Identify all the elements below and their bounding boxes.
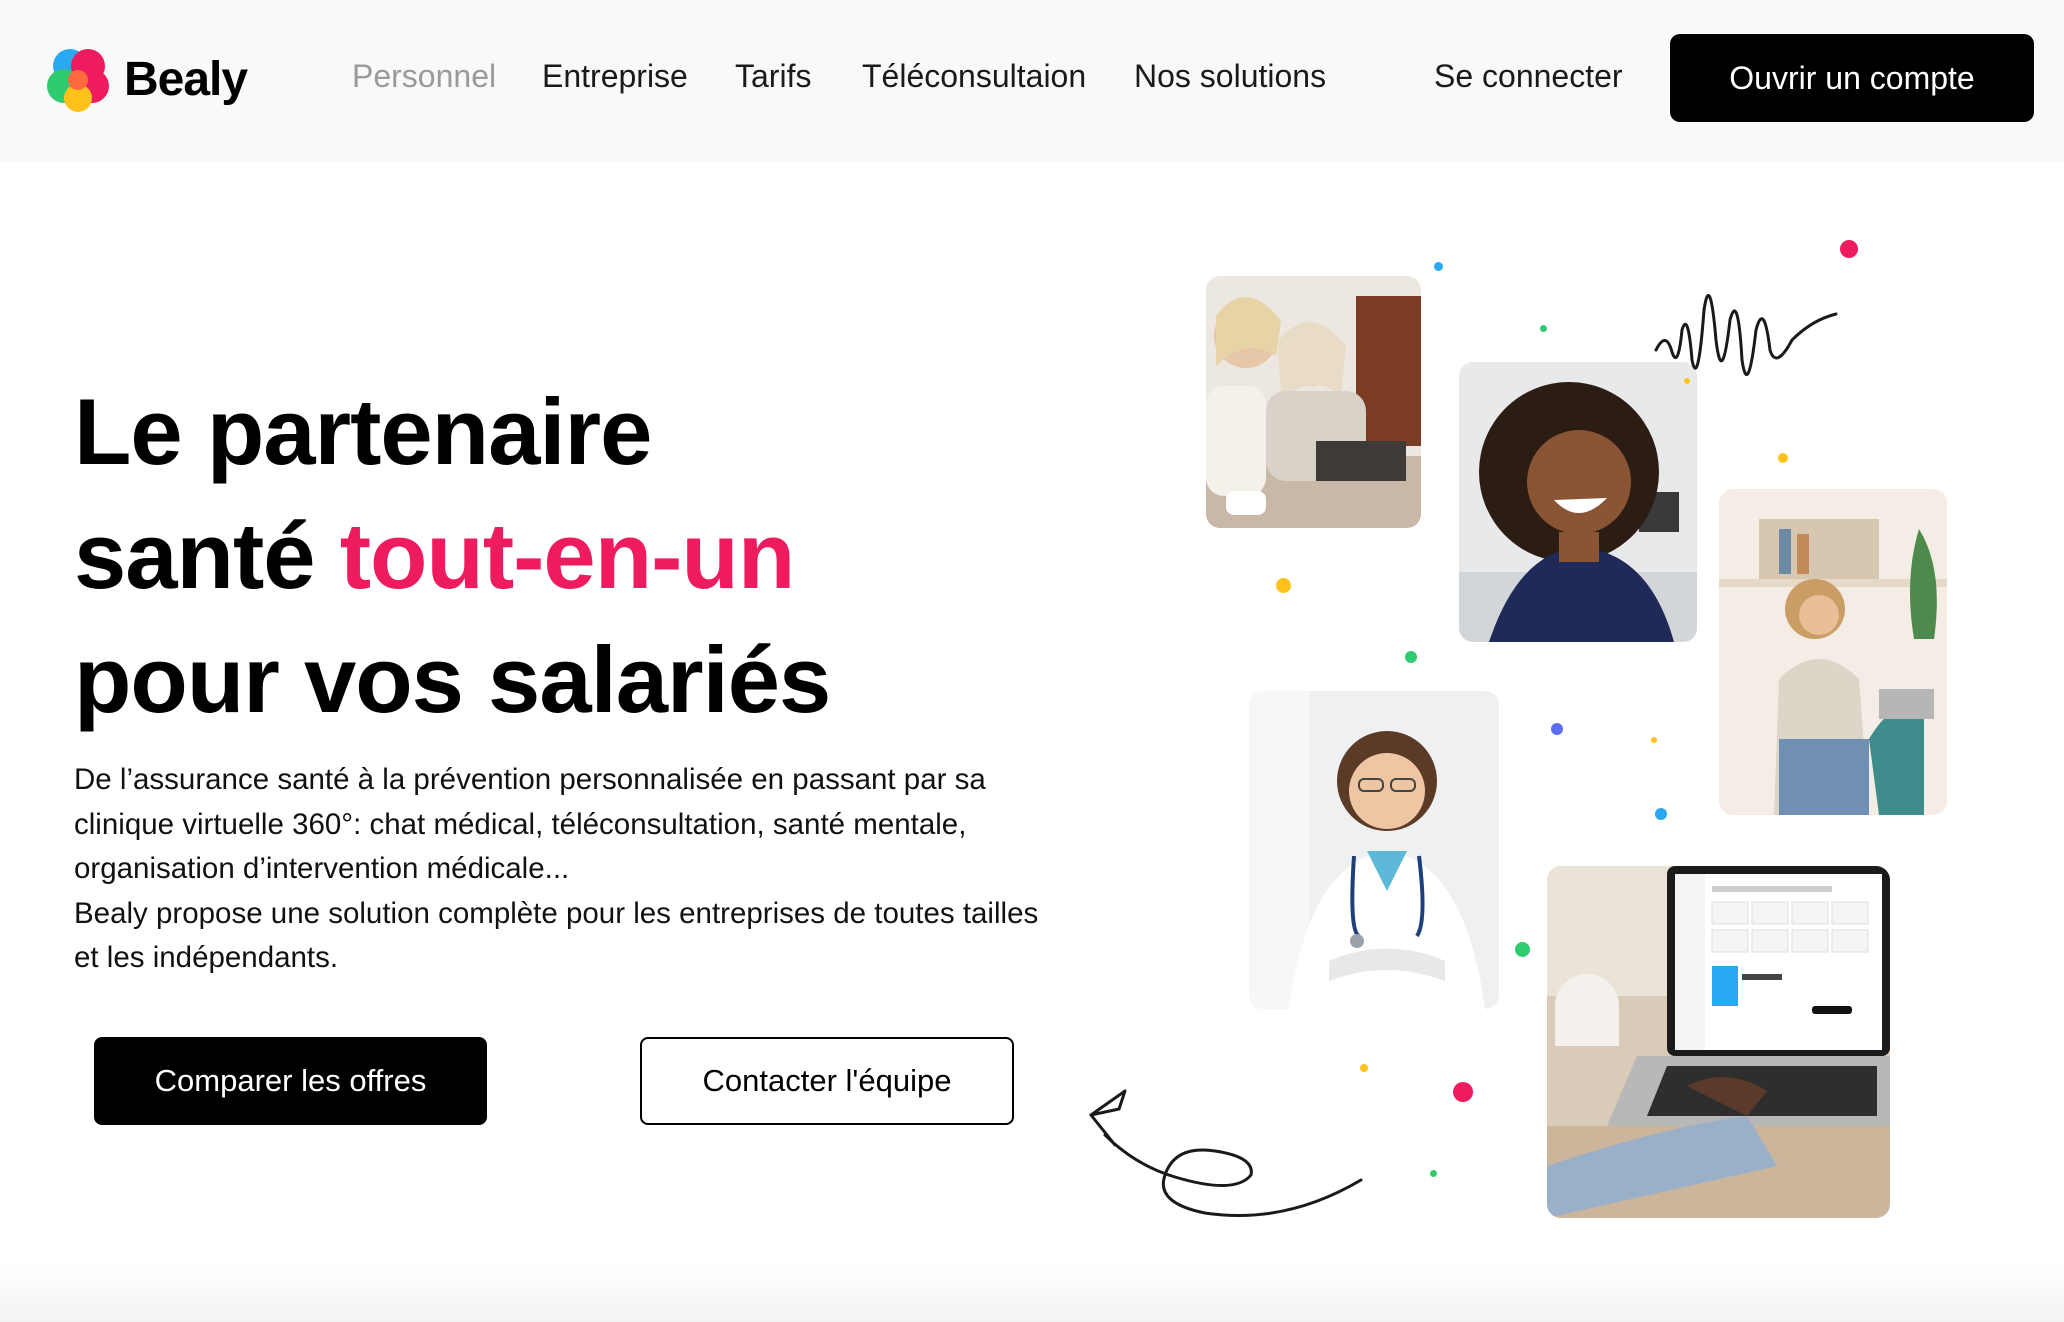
hero-description: De l’assurance santé à la prévention per… [74,758,1054,981]
contact-team-button[interactable]: Contacter l'équipe [640,1037,1014,1125]
nav-item-teleconsultation[interactable]: Téléconsultaion [862,56,1086,96]
nav-item-entreprise[interactable]: Entreprise [542,56,688,96]
confetti-dot [1276,578,1291,593]
confetti-dot [1515,942,1530,957]
nav-item-solutions[interactable]: Nos solutions [1134,56,1326,96]
confetti-dot [1430,1170,1437,1177]
headline-line-3: pour vos salariés [74,627,831,732]
woman-phone-photo [1719,489,1947,815]
headline-line-1: Le partenaire [74,379,652,484]
confetti-dot [1540,325,1547,332]
confetti-dot [1684,378,1690,384]
description-paragraph-2: Bealy propose une solution complète pour… [74,896,1039,975]
section-bottom-edge [0,1265,2064,1322]
confetti-dot [1778,453,1788,463]
hero-headline: Le partenaire santé tout-en-un pour vos … [74,370,831,742]
nav-item-tarifs[interactable]: Tarifs [735,56,811,96]
confetti-dot [1655,808,1667,820]
confetti-dot [1551,723,1563,735]
headline-accent: tout-en-un [339,503,796,608]
nav-item-personnel[interactable]: Personnel [352,56,496,96]
confetti-dot [1840,240,1858,258]
women-laptop-photo [1206,276,1421,528]
login-link[interactable]: Se connecter [1434,56,1623,96]
open-account-button[interactable]: Ouvrir un compte [1670,34,2034,122]
site-header: Bealy Personnel Entreprise Tarifs Téléco… [0,0,2064,162]
confetti-dot [1453,1082,1473,1102]
confetti-dot [1651,737,1657,743]
confetti-dot [1360,1064,1368,1072]
headline-line-2-prefix: santé [74,503,316,608]
brand-logo[interactable]: Bealy [40,42,248,118]
swirl-arrow-icon [1089,1089,1363,1218]
description-paragraph-1: De l’assurance santé à la prévention per… [74,763,986,885]
confetti-dot [1405,651,1417,663]
heartbeat-squiggle-icon [1654,294,1838,376]
confetti-dot [1434,262,1443,271]
laptop-app-photo [1547,866,1890,1218]
brand-name: Bealy [124,53,248,106]
doctor-photo [1249,691,1499,1009]
bealy-logo-icon [47,49,109,112]
smiling-woman-photo [1459,362,1697,642]
compare-offers-button[interactable]: Comparer les offres [94,1037,487,1125]
